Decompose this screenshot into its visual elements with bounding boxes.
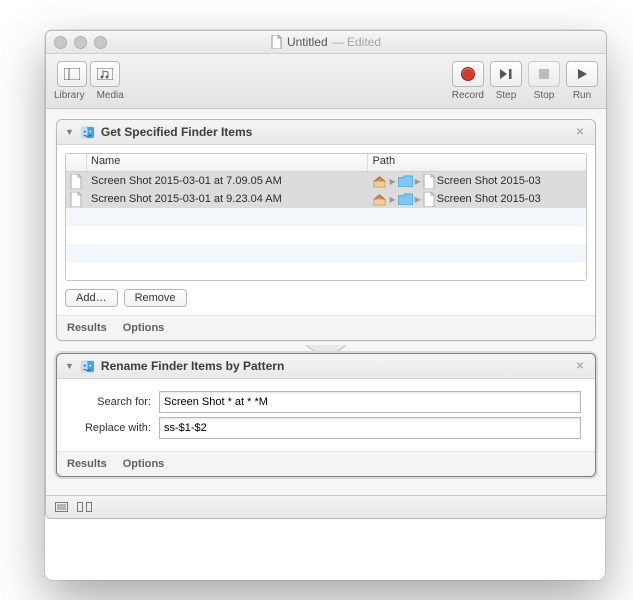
toolbar: Library Media Record Step Stop Run: [46, 54, 606, 109]
workflow-view-button[interactable]: [77, 501, 92, 513]
record-icon: [461, 67, 475, 81]
traffic-zoom[interactable]: [94, 36, 107, 49]
replace-with-input[interactable]: [159, 417, 581, 439]
add-button[interactable]: Add…: [65, 289, 118, 307]
play-icon: [576, 68, 588, 80]
run-label: Run: [573, 90, 591, 101]
action-title: Rename Finder Items by Pattern: [101, 359, 284, 373]
close-action-button[interactable]: ✕: [573, 125, 587, 139]
table-row-empty: [66, 208, 586, 226]
traffic-minimize[interactable]: [74, 36, 87, 49]
media-button[interactable]: [90, 61, 120, 87]
file-icon: [70, 174, 83, 189]
document-icon: [271, 35, 283, 49]
folder-icon: [398, 193, 413, 205]
options-tab[interactable]: Options: [123, 458, 165, 470]
col-path-header[interactable]: Path: [368, 154, 586, 171]
home-icon: [372, 193, 387, 206]
close-action-button[interactable]: ✕: [573, 359, 587, 373]
remove-button[interactable]: Remove: [124, 289, 187, 307]
replace-with-label: Replace with:: [71, 422, 151, 434]
library-button[interactable]: [57, 61, 87, 87]
stop-icon: [538, 68, 550, 80]
results-tab[interactable]: Results: [67, 322, 107, 334]
table-row-empty: [66, 226, 586, 244]
search-for-input[interactable]: [159, 391, 581, 413]
window-title: Untitled: [287, 35, 328, 49]
col-name-header[interactable]: Name: [87, 154, 368, 171]
run-button[interactable]: [566, 61, 598, 87]
library-label: Library: [54, 90, 85, 101]
workflow-area: ▼ Get Specified Finder Items ✕ Name Path…: [46, 109, 606, 495]
action-header[interactable]: ▼ Rename Finder Items by Pattern ✕: [57, 354, 595, 379]
titlebar: Untitled — Edited: [46, 31, 606, 54]
action-rename-by-pattern: ▼ Rename Finder Items by Pattern ✕ Searc…: [56, 353, 596, 477]
finder-icon: [80, 125, 95, 140]
step-icon: [499, 68, 513, 80]
step-label: Step: [496, 90, 517, 101]
table-row-empty: [66, 262, 586, 280]
action-title: Get Specified Finder Items: [101, 125, 252, 139]
file-name-cell: Screen Shot 2015-03-01 at 9.23.04 AM: [87, 193, 368, 205]
folder-icon: [398, 175, 413, 187]
disclosure-triangle-icon[interactable]: ▼: [65, 127, 74, 137]
traffic-close[interactable]: [54, 36, 67, 49]
record-button[interactable]: [452, 61, 484, 87]
finder-items-table: Name Path Screen Shot 2015-03-01 at 7.09…: [65, 153, 587, 281]
table-row[interactable]: Screen Shot 2015-03-01 at 9.23.04 AM▶▶ S…: [66, 190, 586, 208]
action-header[interactable]: ▼ Get Specified Finder Items ✕: [57, 120, 595, 145]
results-tab[interactable]: Results: [67, 458, 107, 470]
stop-button[interactable]: [528, 61, 560, 87]
table-row[interactable]: Screen Shot 2015-03-01 at 7.09.05 AM▶▶ S…: [66, 172, 586, 190]
search-for-label: Search for:: [71, 396, 151, 408]
action-get-finder-items: ▼ Get Specified Finder Items ✕ Name Path…: [56, 119, 596, 341]
options-tab[interactable]: Options: [123, 322, 165, 334]
automator-window: Untitled — Edited Library Media Record: [45, 30, 607, 519]
file-icon: [423, 174, 436, 189]
file-path-cell: ▶▶ Screen Shot 2015-03: [368, 174, 586, 189]
table-row-empty: [66, 244, 586, 262]
log-view-button[interactable]: [54, 501, 69, 513]
file-name-cell: Screen Shot 2015-03-01 at 7.09.05 AM: [87, 175, 368, 187]
media-label: Media: [97, 90, 124, 101]
file-icon: [70, 192, 83, 207]
file-icon: [423, 192, 436, 207]
disclosure-triangle-icon[interactable]: ▼: [65, 361, 74, 371]
edited-label: — Edited: [332, 35, 381, 49]
step-button[interactable]: [490, 61, 522, 87]
record-label: Record: [452, 90, 484, 101]
stop-label: Stop: [534, 90, 555, 101]
file-path-cell: ▶▶ Screen Shot 2015-03: [368, 192, 586, 207]
home-icon: [372, 175, 387, 188]
finder-icon: [80, 359, 95, 374]
col-icon-header[interactable]: [66, 154, 87, 171]
statusbar: [46, 495, 606, 518]
